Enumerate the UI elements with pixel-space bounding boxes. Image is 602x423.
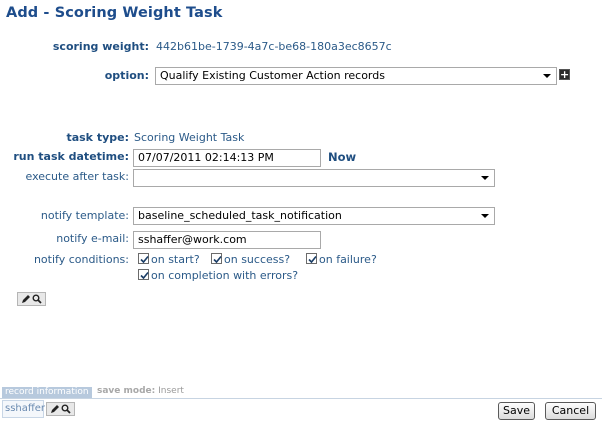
on-success-checkbox[interactable] xyxy=(211,253,222,264)
option-label: option: xyxy=(104,69,149,82)
task-type-value: Scoring Weight Task xyxy=(134,131,245,144)
pencil-icon[interactable] xyxy=(21,294,31,304)
page-title: Add - Scoring Weight Task xyxy=(6,5,223,21)
save-mode-label: save mode: xyxy=(97,386,156,396)
record-edit-lookup-toolbar[interactable] xyxy=(46,402,75,416)
check-icon xyxy=(213,255,222,264)
save-mode: save mode: Insert xyxy=(97,386,184,396)
check-icon xyxy=(140,271,149,280)
execute-after-task-select[interactable] xyxy=(133,169,495,187)
option-select[interactable]: Qualify Existing Customer Action records xyxy=(155,67,557,85)
chevron-down-icon xyxy=(543,74,551,78)
pencil-icon[interactable] xyxy=(50,404,60,414)
scoring-weight-label: scoring weight: xyxy=(52,40,149,53)
on-completion-with-errors-label: on completion with errors? xyxy=(151,269,299,282)
edit-lookup-toolbar[interactable] xyxy=(17,292,46,306)
check-icon xyxy=(140,255,149,264)
notify-template-value: baseline_scheduled_task_notification xyxy=(138,209,342,222)
notify-email-label: notify e-mail: xyxy=(56,232,129,245)
check-icon xyxy=(308,255,317,264)
notify-conditions-label: notify conditions: xyxy=(33,253,129,266)
on-completion-with-errors-checkbox[interactable] xyxy=(138,269,149,280)
option-select-value: Qualify Existing Customer Action records xyxy=(160,69,385,82)
on-success-label: on success? xyxy=(224,253,291,266)
add-option-button[interactable]: + xyxy=(559,69,570,80)
on-failure-checkbox[interactable] xyxy=(306,253,317,264)
task-type-label: task type: xyxy=(66,131,129,144)
record-information-tab[interactable]: record information xyxy=(2,387,92,398)
notify-template-label: notify template: xyxy=(40,209,129,222)
save-mode-value: Insert xyxy=(158,386,184,396)
magnifier-icon[interactable] xyxy=(32,294,42,304)
footer-divider xyxy=(0,398,602,399)
save-button[interactable]: Save xyxy=(498,402,535,420)
execute-after-task-label: execute after task: xyxy=(25,170,130,183)
cancel-button[interactable]: Cancel xyxy=(545,402,596,420)
magnifier-icon[interactable] xyxy=(61,404,71,414)
on-start-label: on start? xyxy=(151,253,200,266)
plus-icon: + xyxy=(560,68,570,81)
notify-template-select[interactable]: baseline_scheduled_task_notification xyxy=(133,207,495,225)
now-button[interactable]: Now xyxy=(328,150,356,164)
record-user: sshaffer xyxy=(2,400,45,418)
run-task-datetime-input[interactable]: 07/07/2011 02:14:13 PM xyxy=(133,149,321,167)
on-failure-label: on failure? xyxy=(319,253,377,266)
run-task-datetime-label: run task datetime: xyxy=(13,150,129,163)
chevron-down-icon xyxy=(481,176,489,180)
chevron-down-icon xyxy=(481,214,489,218)
notify-email-input[interactable]: sshaffer@work.com xyxy=(133,231,321,249)
on-start-checkbox[interactable] xyxy=(138,253,149,264)
scoring-weight-value: 442b61be-1739-4a7c-be68-180a3ec8657c xyxy=(156,40,392,53)
